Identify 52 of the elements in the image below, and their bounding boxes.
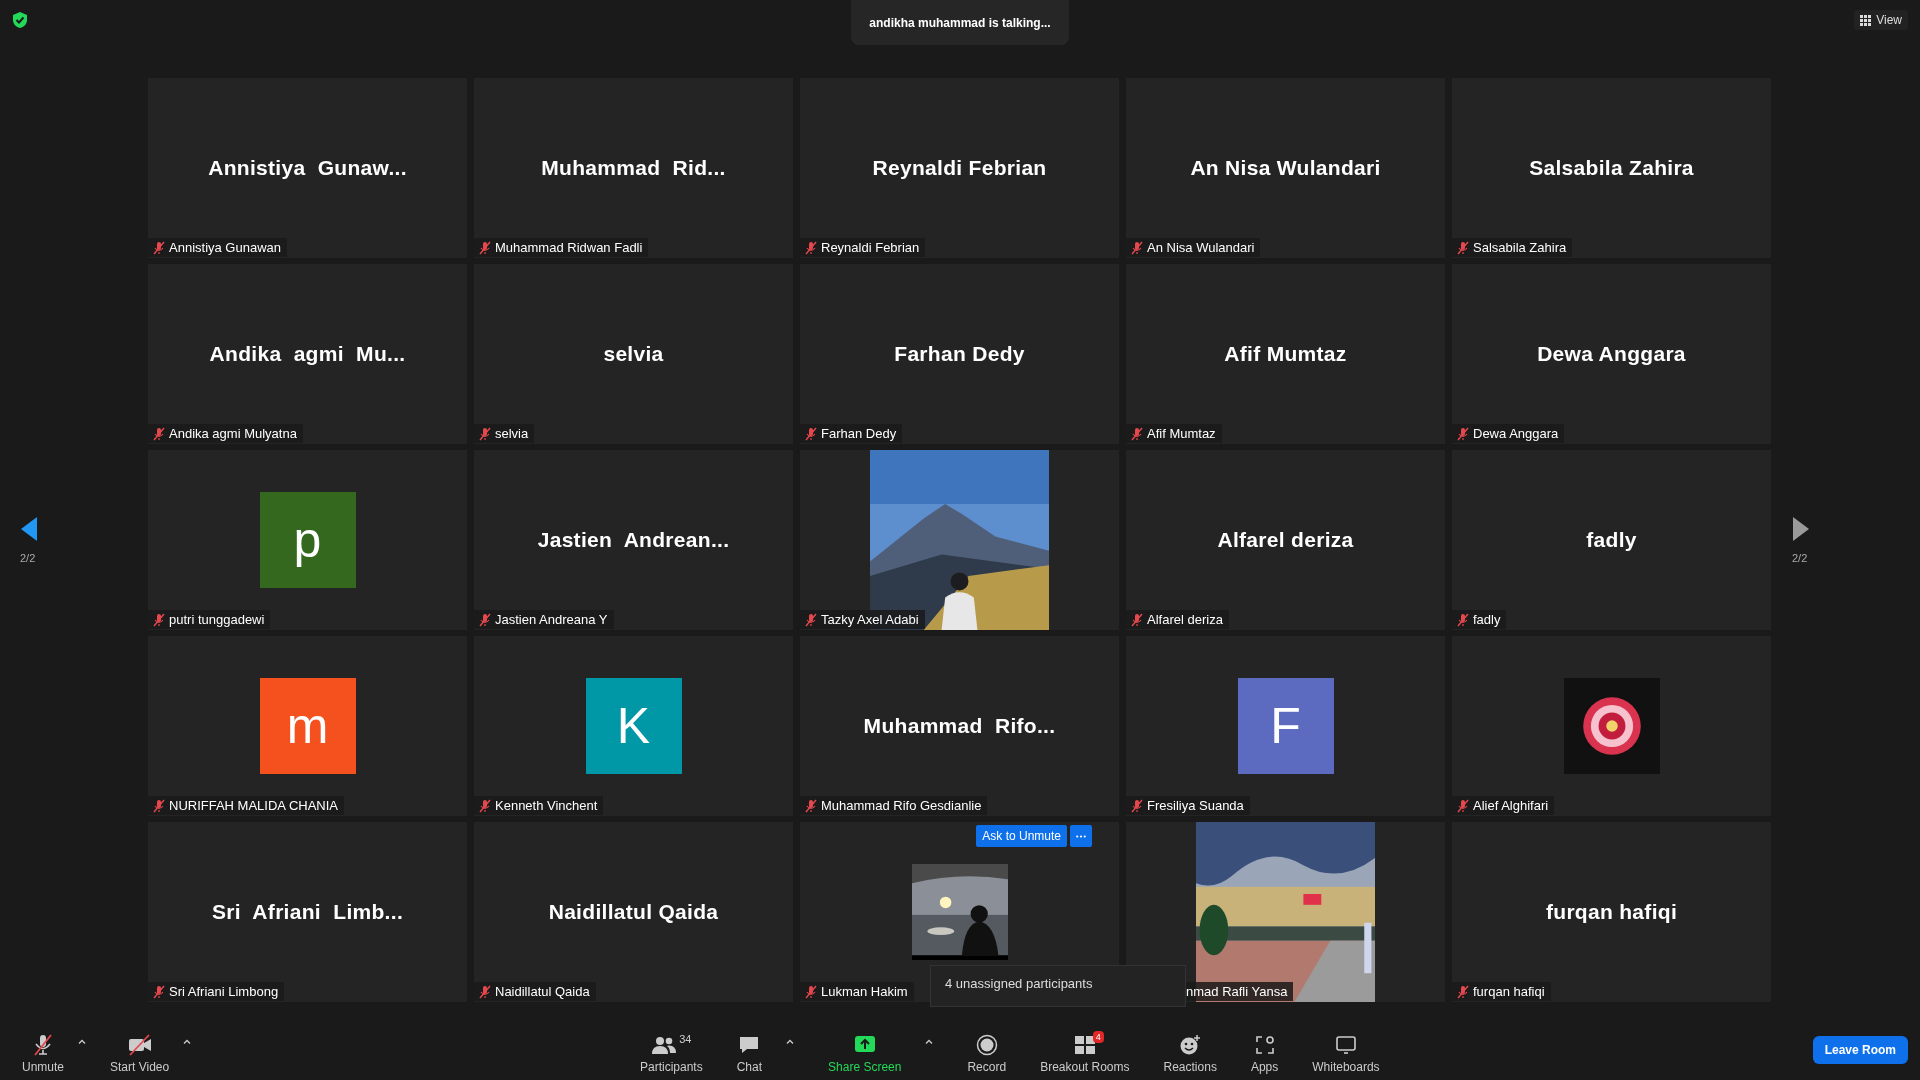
speaker-notice: andikha muhammad is talking... — [851, 0, 1069, 45]
name-label: Dewa Anggara — [1452, 424, 1565, 443]
name-label: Annistiya Gunawan — [148, 238, 287, 257]
participant-name: An Nisa Wulandari — [1190, 156, 1381, 180]
participant-name: furqan hafiqi — [1545, 900, 1678, 924]
name-label: Alief Alghifari — [1452, 796, 1555, 815]
participant-name: Alfarel deriza — [1217, 528, 1354, 552]
participant-name: Muhammad Rifo... — [863, 714, 1056, 738]
name-label: Jastien Andreana Y — [474, 610, 614, 629]
name-label: Muhammad Ridwan Fadli — [474, 238, 649, 257]
participant-name: Dewa Anggara — [1537, 342, 1686, 366]
participant-name: Farhan Dedy — [894, 342, 1025, 366]
name-label: putri tunggadewi — [148, 610, 271, 629]
name-label: Muhammad Rifo Gesdianlie — [800, 796, 988, 815]
avatar-letter: m — [259, 678, 356, 774]
avatar-letter: F — [1237, 678, 1334, 774]
name-label: selvia — [474, 424, 535, 443]
participant-name: Sri Afriani Limb... — [211, 900, 403, 924]
name-label: NURIFFAH MALIDA CHANIA — [148, 796, 345, 815]
name-label: Lukman Hakim — [800, 982, 914, 1001]
name-label: Andika agmi Mulyatna — [148, 424, 303, 443]
participant-name: Naidillatul Qaida — [548, 900, 719, 924]
page-indicator: 2/2 — [1792, 552, 1808, 564]
participant-name: Muhammad Rid... — [541, 156, 726, 180]
participant-name: Salsabila Zahira — [1529, 156, 1694, 180]
name-label: Afif Mumtaz — [1126, 424, 1222, 443]
participant-name: selvia — [603, 342, 664, 366]
name-label: furqan hafiqi — [1452, 982, 1551, 1001]
name-label: Naidillatul Qaida — [474, 982, 596, 1001]
breakout-popup: 4 unassigned participants — [930, 965, 1186, 1007]
name-label: Alfarel deriza — [1126, 610, 1229, 629]
participant-name: Andika agmi Mu... — [209, 342, 406, 366]
avatar-letter: p — [259, 492, 356, 588]
participant-name: Afif Mumtaz — [1224, 342, 1347, 366]
participant-name: Annistiya Gunaw... — [208, 156, 407, 180]
name-label: Fresiliya Suanda — [1126, 796, 1250, 815]
name-label: Farhan Dedy — [800, 424, 903, 443]
participant-name: Jastien Andrean... — [537, 528, 730, 552]
name-label: Salsabila Zahira — [1452, 238, 1573, 257]
name-label: Tazky Axel Adabi — [800, 610, 925, 629]
name-label: An Nisa Wulandari — [1126, 238, 1261, 257]
participant-name: fadly — [1586, 528, 1637, 552]
name-label: Kenneth Vinchent — [474, 796, 604, 815]
name-label: fadly — [1452, 610, 1507, 629]
name-label: nmad Rafli Yansa — [1184, 982, 1294, 1001]
page-indicator: 2/2 — [20, 552, 36, 564]
name-label: Sri Afriani Limbong — [148, 982, 285, 1001]
count-badge: 4 — [1092, 1031, 1104, 1043]
participant-count: 34 — [679, 1033, 692, 1045]
avatar-letter: K — [585, 678, 682, 774]
name-label: Reynaldi Febrian — [800, 238, 926, 257]
participant-name: Reynaldi Febrian — [872, 156, 1047, 180]
